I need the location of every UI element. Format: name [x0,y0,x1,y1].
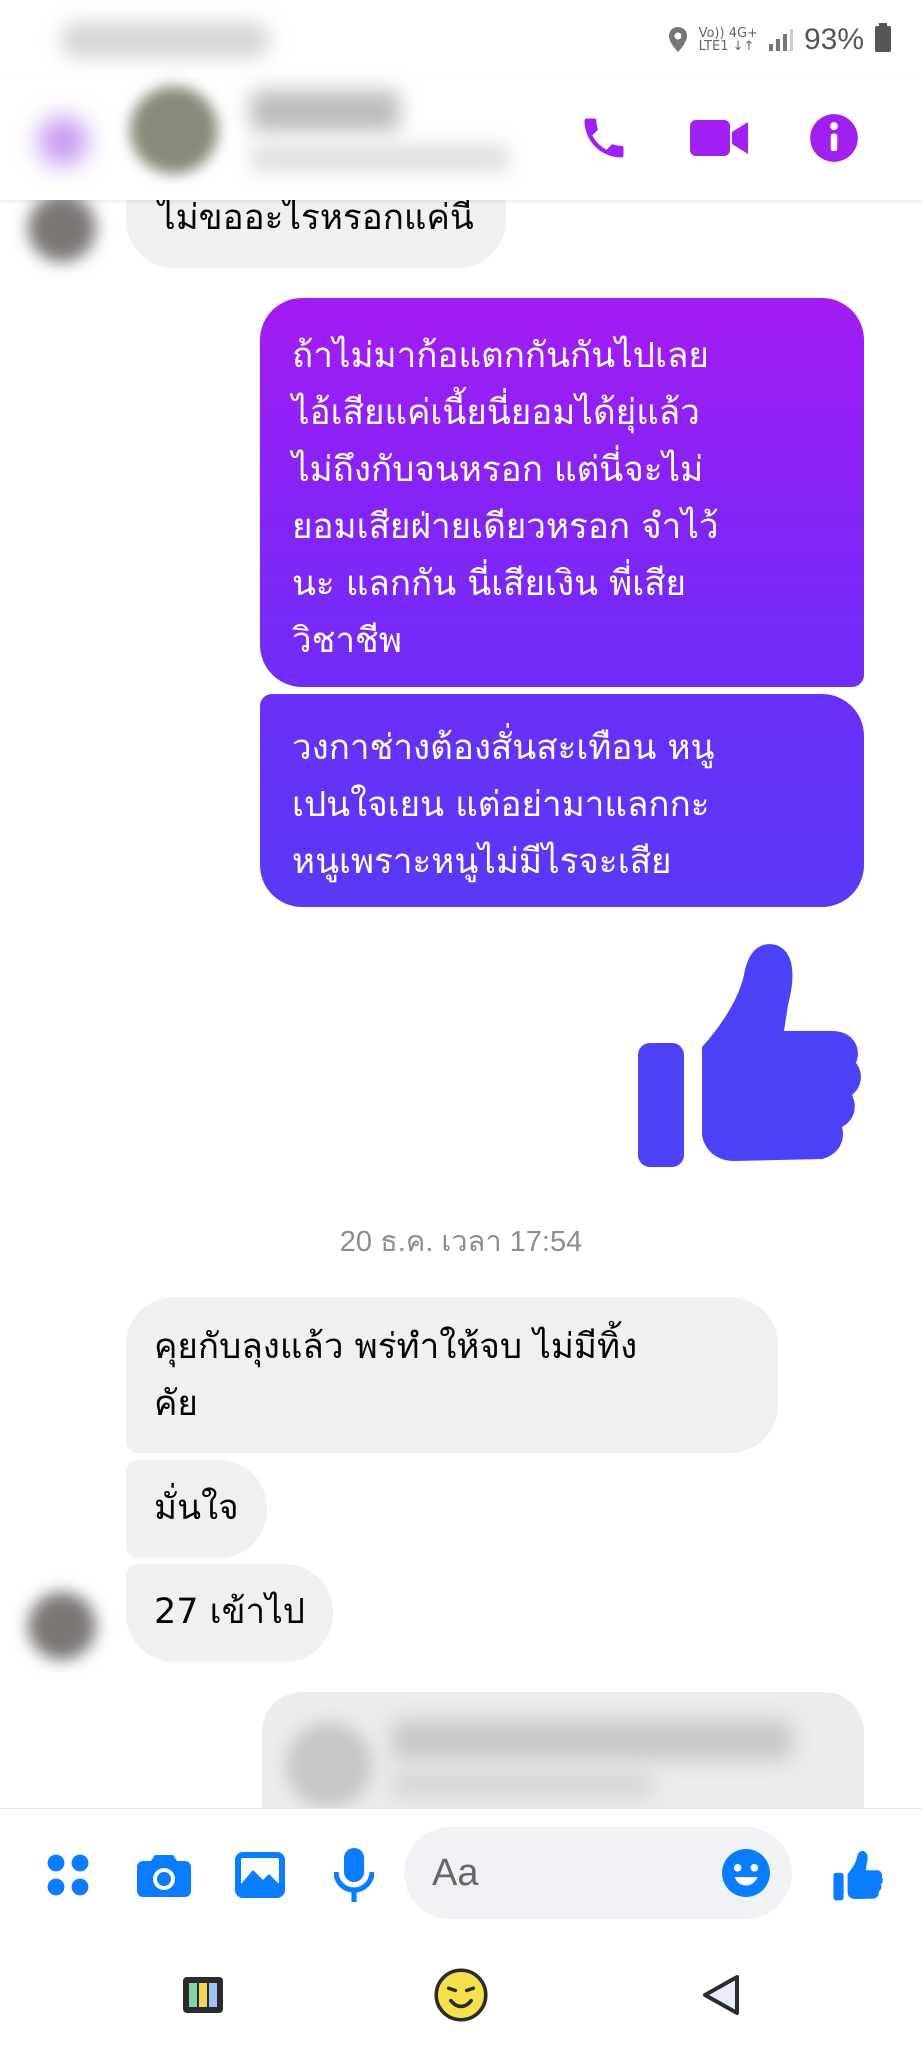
apps-icon [47,1854,89,1896]
message-input-placeholder: Aa [432,1851,479,1894]
message-text: มั่นใจ [154,1488,239,1528]
outgoing-message[interactable]: ถ้าไม่มาก้อแตกกันกันไปเลย ไอ้เสียแค่เนี้… [260,298,864,687]
video-camera-icon [690,120,748,156]
microphone-icon [334,1848,374,1902]
phone-icon [584,118,624,158]
gallery-button[interactable] [228,1843,292,1907]
camera-button[interactable] [132,1843,196,1907]
shared-content-icon [286,1722,372,1808]
home-button[interactable] [426,1960,496,2030]
gallery-icon [235,1852,285,1898]
info-button[interactable] [802,106,866,170]
like-sticker[interactable] [636,935,862,1170]
network-bottom: LTE1 ↓↑ [698,39,755,54]
message-text: วงกาช่างต้องสั่นสะเทือน หนู เปนใจเยน แต่… [292,728,715,882]
message-text: คุยกับลุงแล้ว พร่ทำให้จบ ไม่มีทิ้ง คัย [154,1327,638,1424]
contact-avatar[interactable] [130,86,218,174]
incoming-message[interactable]: 27 เข้าไป [126,1564,334,1662]
thumbs-up-icon [833,1851,883,1901]
status-right: Vo)) 4G+ LTE1 ↓↑ 93% [667,18,892,62]
battery-percent: 93% [803,23,864,56]
shared-content-blurred[interactable] [262,1692,864,1812]
message-text: ไม่ขออะไรหรอกแค่นี้ [158,198,474,238]
message-text: ถ้าไม่มาก้อแตกกันกันไปเลย ไอ้เสียแค่เนี้… [292,336,719,661]
message-text: 27 เข้าไป [154,1592,306,1632]
voice-message-button[interactable] [322,1843,386,1907]
recents-button[interactable] [168,1960,238,2030]
emoji-icon [722,1849,770,1897]
battery-icon [874,23,892,57]
apps-button[interactable] [36,1843,100,1907]
network-indicator: Vo)) 4G+ LTE1 ↓↑ [699,27,758,53]
camera-icon [137,1855,191,1897]
message-composer: Aa [0,1808,922,1939]
back-button[interactable] [38,116,88,166]
message-input[interactable]: Aa [404,1827,792,1919]
message-timestamp: 20 ธ.ค. เวลา 17:54 [339,1226,583,1258]
contact-status-blurred [250,144,510,172]
video-call-button[interactable] [688,106,752,170]
recents-icon [183,1977,223,2013]
system-navigation-bar [0,1938,922,2048]
contact-name-blurred[interactable] [250,90,400,132]
back-nav-button[interactable] [686,1960,756,2030]
back-icon [703,1975,739,2015]
contact-avatar-small[interactable] [28,194,96,262]
signal-icon [768,28,794,52]
incoming-message[interactable]: คุยกับลุงแล้ว พร่ทำให้จบ ไม่มีทิ้ง คัย [126,1297,778,1453]
outgoing-message[interactable]: วงกาช่างต้องสั่นสะเทือน หนู เปนใจเยน แต่… [260,694,864,907]
chat-header [0,80,922,200]
shared-content-title-blurred [392,1720,792,1760]
voice-call-button[interactable] [572,106,636,170]
send-like-button[interactable] [826,1843,890,1907]
info-icon [810,114,858,162]
status-left-blurred [60,22,270,58]
shared-content-subtitle-blurred [392,1770,652,1798]
incoming-message[interactable]: มั่นใจ [126,1460,267,1558]
status-bar: Vo)) 4G+ LTE1 ↓↑ 93% [0,0,922,80]
location-icon [667,26,689,54]
emoji-button[interactable] [714,1841,778,1905]
thumbs-up-icon [638,944,861,1167]
contact-avatar-small[interactable] [28,1592,96,1660]
home-emoji-icon [434,1968,488,2022]
